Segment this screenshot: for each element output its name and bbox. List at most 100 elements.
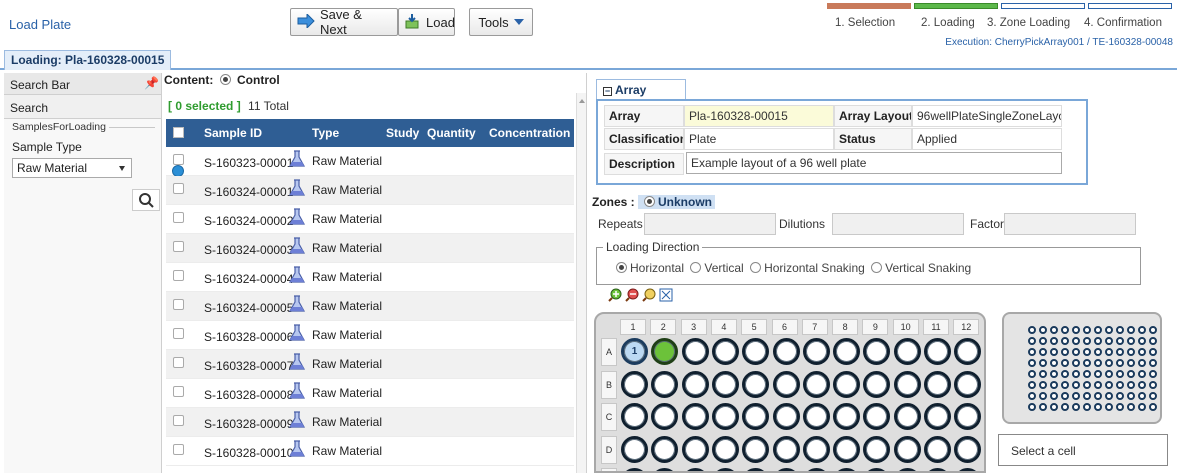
row-checkbox[interactable] <box>173 183 184 194</box>
plate-well[interactable] <box>681 435 709 463</box>
search-button[interactable] <box>132 189 160 211</box>
plate-well[interactable] <box>621 370 648 398</box>
plate-well[interactable] <box>924 338 951 365</box>
plate-well[interactable] <box>954 338 982 365</box>
direction-horizontal-snaking-radio[interactable] <box>750 262 762 273</box>
plate-well[interactable] <box>621 403 648 430</box>
plate-well[interactable] <box>924 468 951 471</box>
step-confirmation[interactable]: 4. Confirmation <box>1084 17 1162 29</box>
row-checkbox[interactable] <box>173 241 184 252</box>
direction-horizontal-radio[interactable] <box>616 262 627 273</box>
plate-well[interactable] <box>681 468 709 471</box>
plate-column-header[interactable]: 7 <box>801 319 828 335</box>
plate-column-header[interactable]: 10 <box>892 319 919 335</box>
plate-well[interactable] <box>893 338 921 365</box>
plate-well[interactable] <box>651 468 679 471</box>
plate-well[interactable] <box>863 468 891 471</box>
plate-well[interactable] <box>772 435 800 463</box>
plate-well[interactable] <box>802 403 830 430</box>
direction-vertical-radio[interactable] <box>690 262 702 273</box>
plate-well[interactable] <box>651 403 679 430</box>
plate-row-header[interactable]: C <box>601 403 617 431</box>
plate-well[interactable]: 1 <box>621 338 648 365</box>
plate-well[interactable] <box>711 370 739 398</box>
col-type[interactable]: Type <box>312 126 339 140</box>
table-row[interactable]: S-160328-00006 Raw Material <box>166 321 574 350</box>
plate-well[interactable] <box>651 370 679 398</box>
row-checkbox[interactable] <box>173 154 184 165</box>
plate-row-header[interactable]: B <box>601 370 617 399</box>
table-row[interactable]: S-160323-00001 Raw Material <box>166 147 574 177</box>
plate-well[interactable] <box>954 370 982 398</box>
table-row[interactable]: S-160328-00008 Raw Material <box>166 379 574 408</box>
plate-column-header[interactable]: 9 <box>862 319 889 335</box>
plate-well[interactable] <box>833 435 861 463</box>
plate-well[interactable] <box>893 468 921 471</box>
plate-well[interactable] <box>711 468 739 471</box>
plate-row-header[interactable]: E <box>601 468 617 471</box>
plate-well[interactable] <box>742 435 770 463</box>
col-quantity[interactable]: Quantity <box>427 126 476 140</box>
table-row[interactable]: S-160324-00002 Raw Material <box>166 205 574 234</box>
plate-well[interactable] <box>802 370 830 398</box>
plate-well[interactable] <box>742 468 770 471</box>
select-all-checkbox[interactable] <box>173 127 184 138</box>
table-row[interactable]: S-160324-00005 Raw Material <box>166 292 574 321</box>
content-control-radio[interactable] <box>219 74 231 85</box>
load-button[interactable]: Load <box>398 8 455 36</box>
plate-well[interactable] <box>863 435 891 463</box>
row-checkbox[interactable] <box>173 444 184 455</box>
plate-well[interactable] <box>772 468 800 471</box>
plate-well[interactable] <box>893 403 921 430</box>
table-row[interactable]: S-160324-00004 Raw Material <box>166 263 574 292</box>
tab-loading[interactable]: Loading: Pla-160328-00015 <box>4 50 172 70</box>
step-selection[interactable]: 1. Selection <box>835 17 895 29</box>
plate-column-header[interactable]: 11 <box>923 319 949 335</box>
plate-well[interactable] <box>893 370 921 398</box>
table-row[interactable]: S-160328-00009 Raw Material <box>166 408 574 437</box>
plate-well[interactable] <box>924 370 951 398</box>
plate-column-header[interactable]: 1 <box>620 319 646 335</box>
plate-column-header[interactable]: 8 <box>832 319 859 335</box>
plate-well[interactable] <box>772 338 800 365</box>
table-row[interactable]: S-160328-00007 Raw Material <box>166 350 574 379</box>
plate-well[interactable] <box>681 338 709 365</box>
plate-row-header[interactable]: D <box>601 435 617 464</box>
table-row[interactable]: S-160324-00003 Raw Material <box>166 234 574 263</box>
plate-well[interactable] <box>863 370 891 398</box>
plate-well[interactable] <box>681 403 709 430</box>
table-row[interactable]: S-160328-00010 Raw Material <box>166 437 574 466</box>
plate-well[interactable] <box>711 403 739 430</box>
zoom-reset-icon[interactable] <box>642 288 656 302</box>
table-row[interactable]: S-160324-00001 Raw Material <box>166 176 574 205</box>
row-checkbox[interactable] <box>173 270 184 281</box>
plate-well[interactable] <box>863 338 891 365</box>
step-zone-loading[interactable]: 3. Zone Loading <box>987 17 1070 29</box>
plate-well[interactable] <box>954 403 982 430</box>
plate-well[interactable] <box>833 468 861 471</box>
plate-well[interactable] <box>742 338 770 365</box>
factor-input[interactable] <box>1004 213 1136 235</box>
fit-icon[interactable] <box>659 288 673 302</box>
plate-well[interactable] <box>802 468 830 471</box>
plate-well[interactable] <box>621 468 648 471</box>
plate-well[interactable] <box>651 435 679 463</box>
plate-well[interactable] <box>954 435 982 463</box>
plate-well[interactable] <box>924 403 951 430</box>
plate-well[interactable] <box>833 403 861 430</box>
plate-column-header[interactable]: 12 <box>953 319 980 335</box>
plate-overview[interactable] <box>1002 312 1162 424</box>
row-checkbox[interactable] <box>173 299 184 310</box>
plate-well[interactable] <box>833 338 861 365</box>
row-checkbox[interactable] <box>173 386 184 397</box>
plate-row-header[interactable]: A <box>601 338 617 366</box>
plate-well[interactable] <box>893 435 921 463</box>
plate-column-header[interactable]: 3 <box>680 319 707 335</box>
step-loading[interactable]: 2. Loading <box>921 17 975 29</box>
plate-column-header[interactable]: 4 <box>710 319 737 335</box>
zoom-in-icon[interactable] <box>608 288 622 302</box>
execution-link[interactable]: Execution: CherryPickArray001 / TE-16032… <box>945 37 1173 48</box>
row-checkbox[interactable] <box>173 212 184 223</box>
plate-well[interactable] <box>863 403 891 430</box>
list-scrollbar[interactable] <box>576 93 586 473</box>
